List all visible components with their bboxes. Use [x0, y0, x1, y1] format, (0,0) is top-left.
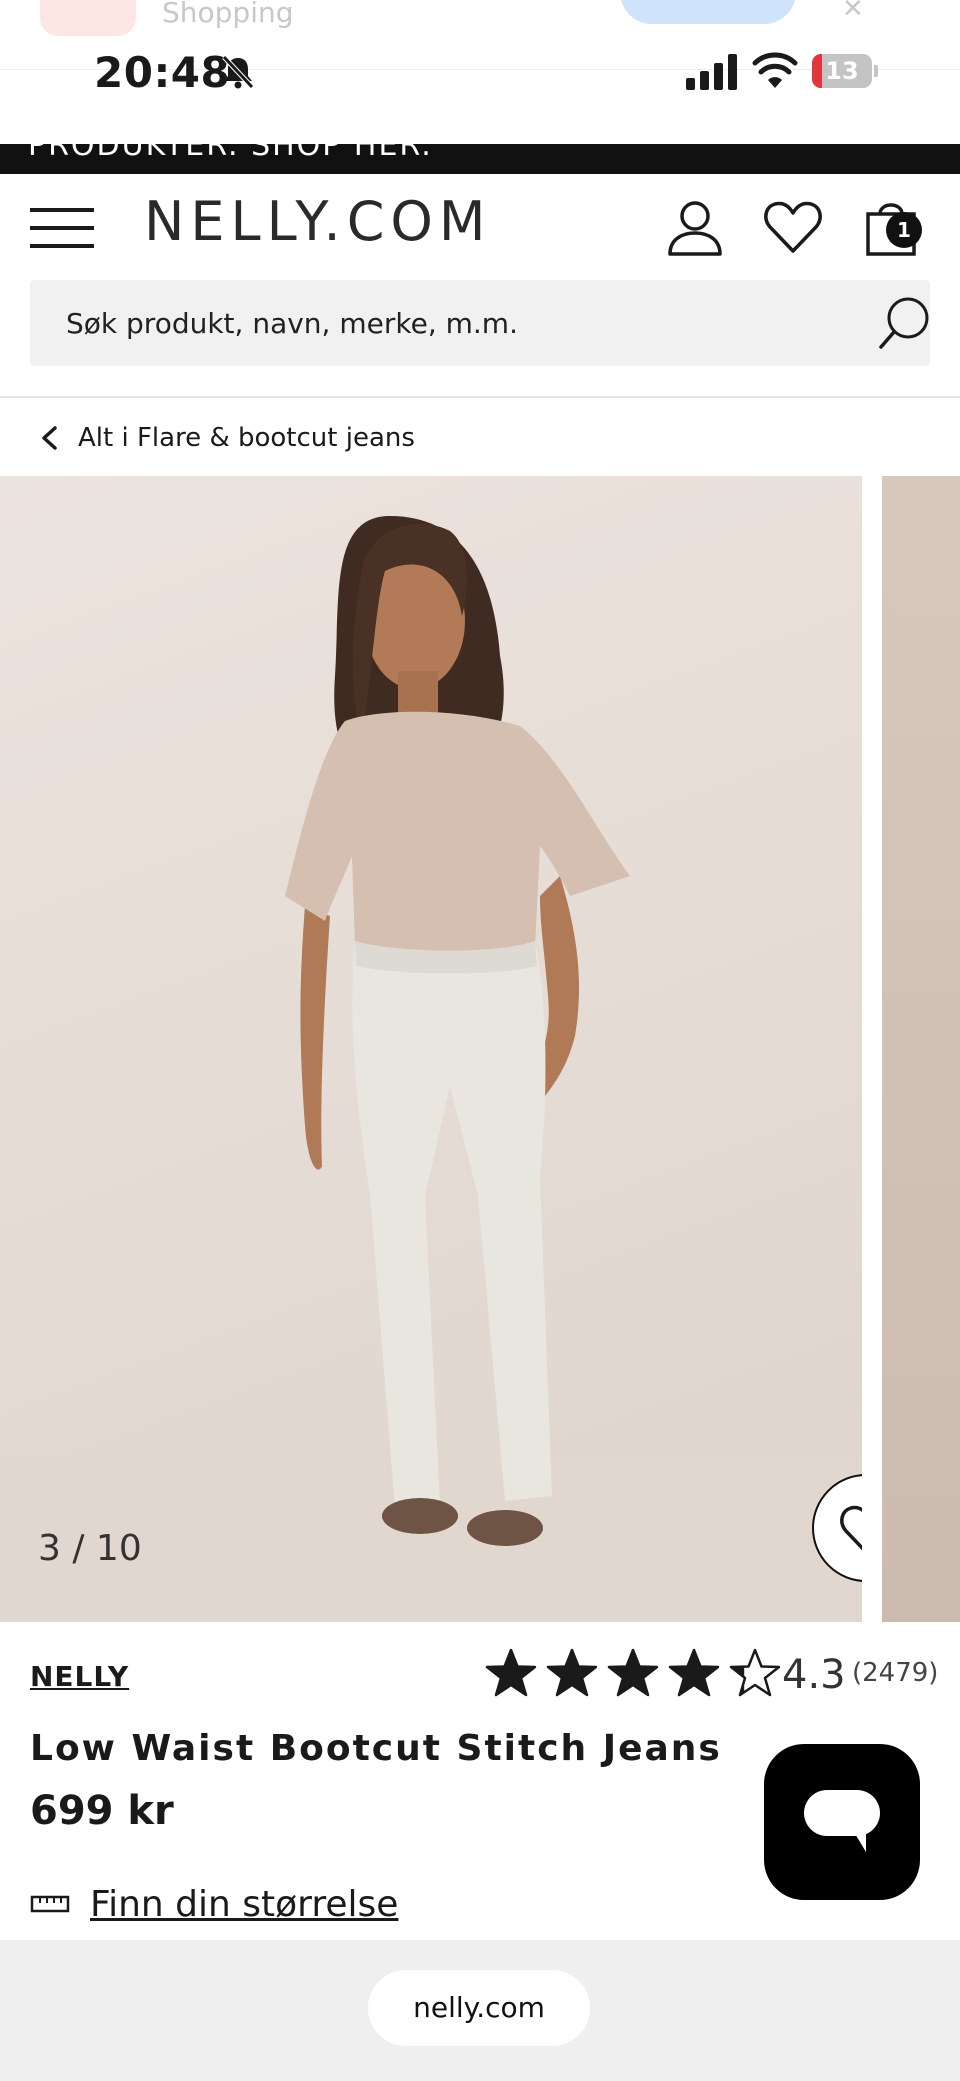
rating-value: 4.3 [782, 1652, 846, 1698]
search-icon[interactable] [876, 294, 934, 352]
status-time: 20:48 [94, 48, 231, 97]
star-icon [607, 1648, 659, 1697]
heart-outline-icon [840, 1505, 862, 1551]
review-count[interactable]: (2479) [852, 1658, 938, 1688]
breadcrumb[interactable]: Alt i Flare & bootcut jeans [40, 418, 415, 458]
site-header: NELLY.COM 1 [0, 174, 960, 278]
product-title: Low Waist Bootcut Stitch Jeans [30, 1728, 722, 1769]
rating-stars[interactable] [484, 1646, 789, 1702]
hamburger-icon[interactable] [30, 204, 94, 252]
star-icon [668, 1648, 720, 1697]
model-photo [285, 516, 630, 1546]
battery-level: 13 [825, 57, 859, 85]
silent-bell-icon [222, 55, 254, 89]
site-logo[interactable]: NELLY.COM [144, 190, 492, 253]
wifi-icon [752, 52, 798, 88]
status-bar: 20:48 13 [0, 30, 960, 110]
chat-icon [804, 1790, 880, 1852]
promo-banner[interactable]: PRODUKTER. SHOP HER. [0, 144, 960, 174]
product-image-gallery[interactable]: 3 / 10 [0, 476, 960, 1622]
cellular-signal-icon [686, 54, 737, 90]
close-icon: ✕ [842, 0, 864, 24]
star-icon [485, 1648, 537, 1697]
next-product-image[interactable] [882, 476, 960, 1622]
address-bar[interactable]: nelly.com [368, 1970, 590, 2046]
promo-text: PRODUKTER. SHOP HER. [28, 144, 433, 163]
star-icon [729, 1648, 781, 1697]
browser-toolbar: nelly.com [0, 1940, 960, 2081]
chat-button[interactable] [764, 1744, 920, 1900]
star-icon [546, 1648, 598, 1697]
battery-indicator: 13 [812, 54, 878, 88]
account-icon[interactable] [664, 196, 726, 258]
chevron-left-icon [42, 426, 57, 450]
cart-count-badge: 1 [886, 212, 922, 248]
search-input[interactable] [66, 280, 846, 366]
heart-icon[interactable] [762, 196, 824, 258]
image-counter: 3 / 10 [38, 1528, 142, 1569]
breadcrumb-label: Alt i Flare & bootcut jeans [78, 423, 415, 453]
product-brand-link[interactable]: NELLY [30, 1660, 129, 1693]
product-image[interactable]: 3 / 10 [0, 476, 862, 1622]
app-name: Shopping [162, 0, 294, 29]
size-guide-label: Finn din størrelse [90, 1883, 399, 1925]
ruler-icon [30, 1895, 70, 1913]
size-guide-link[interactable]: Finn din størrelse [30, 1880, 398, 1928]
product-price: 699 kr [30, 1788, 174, 1834]
search-bar [30, 280, 930, 366]
app-action-pill [620, 0, 796, 24]
header-divider [0, 396, 960, 398]
